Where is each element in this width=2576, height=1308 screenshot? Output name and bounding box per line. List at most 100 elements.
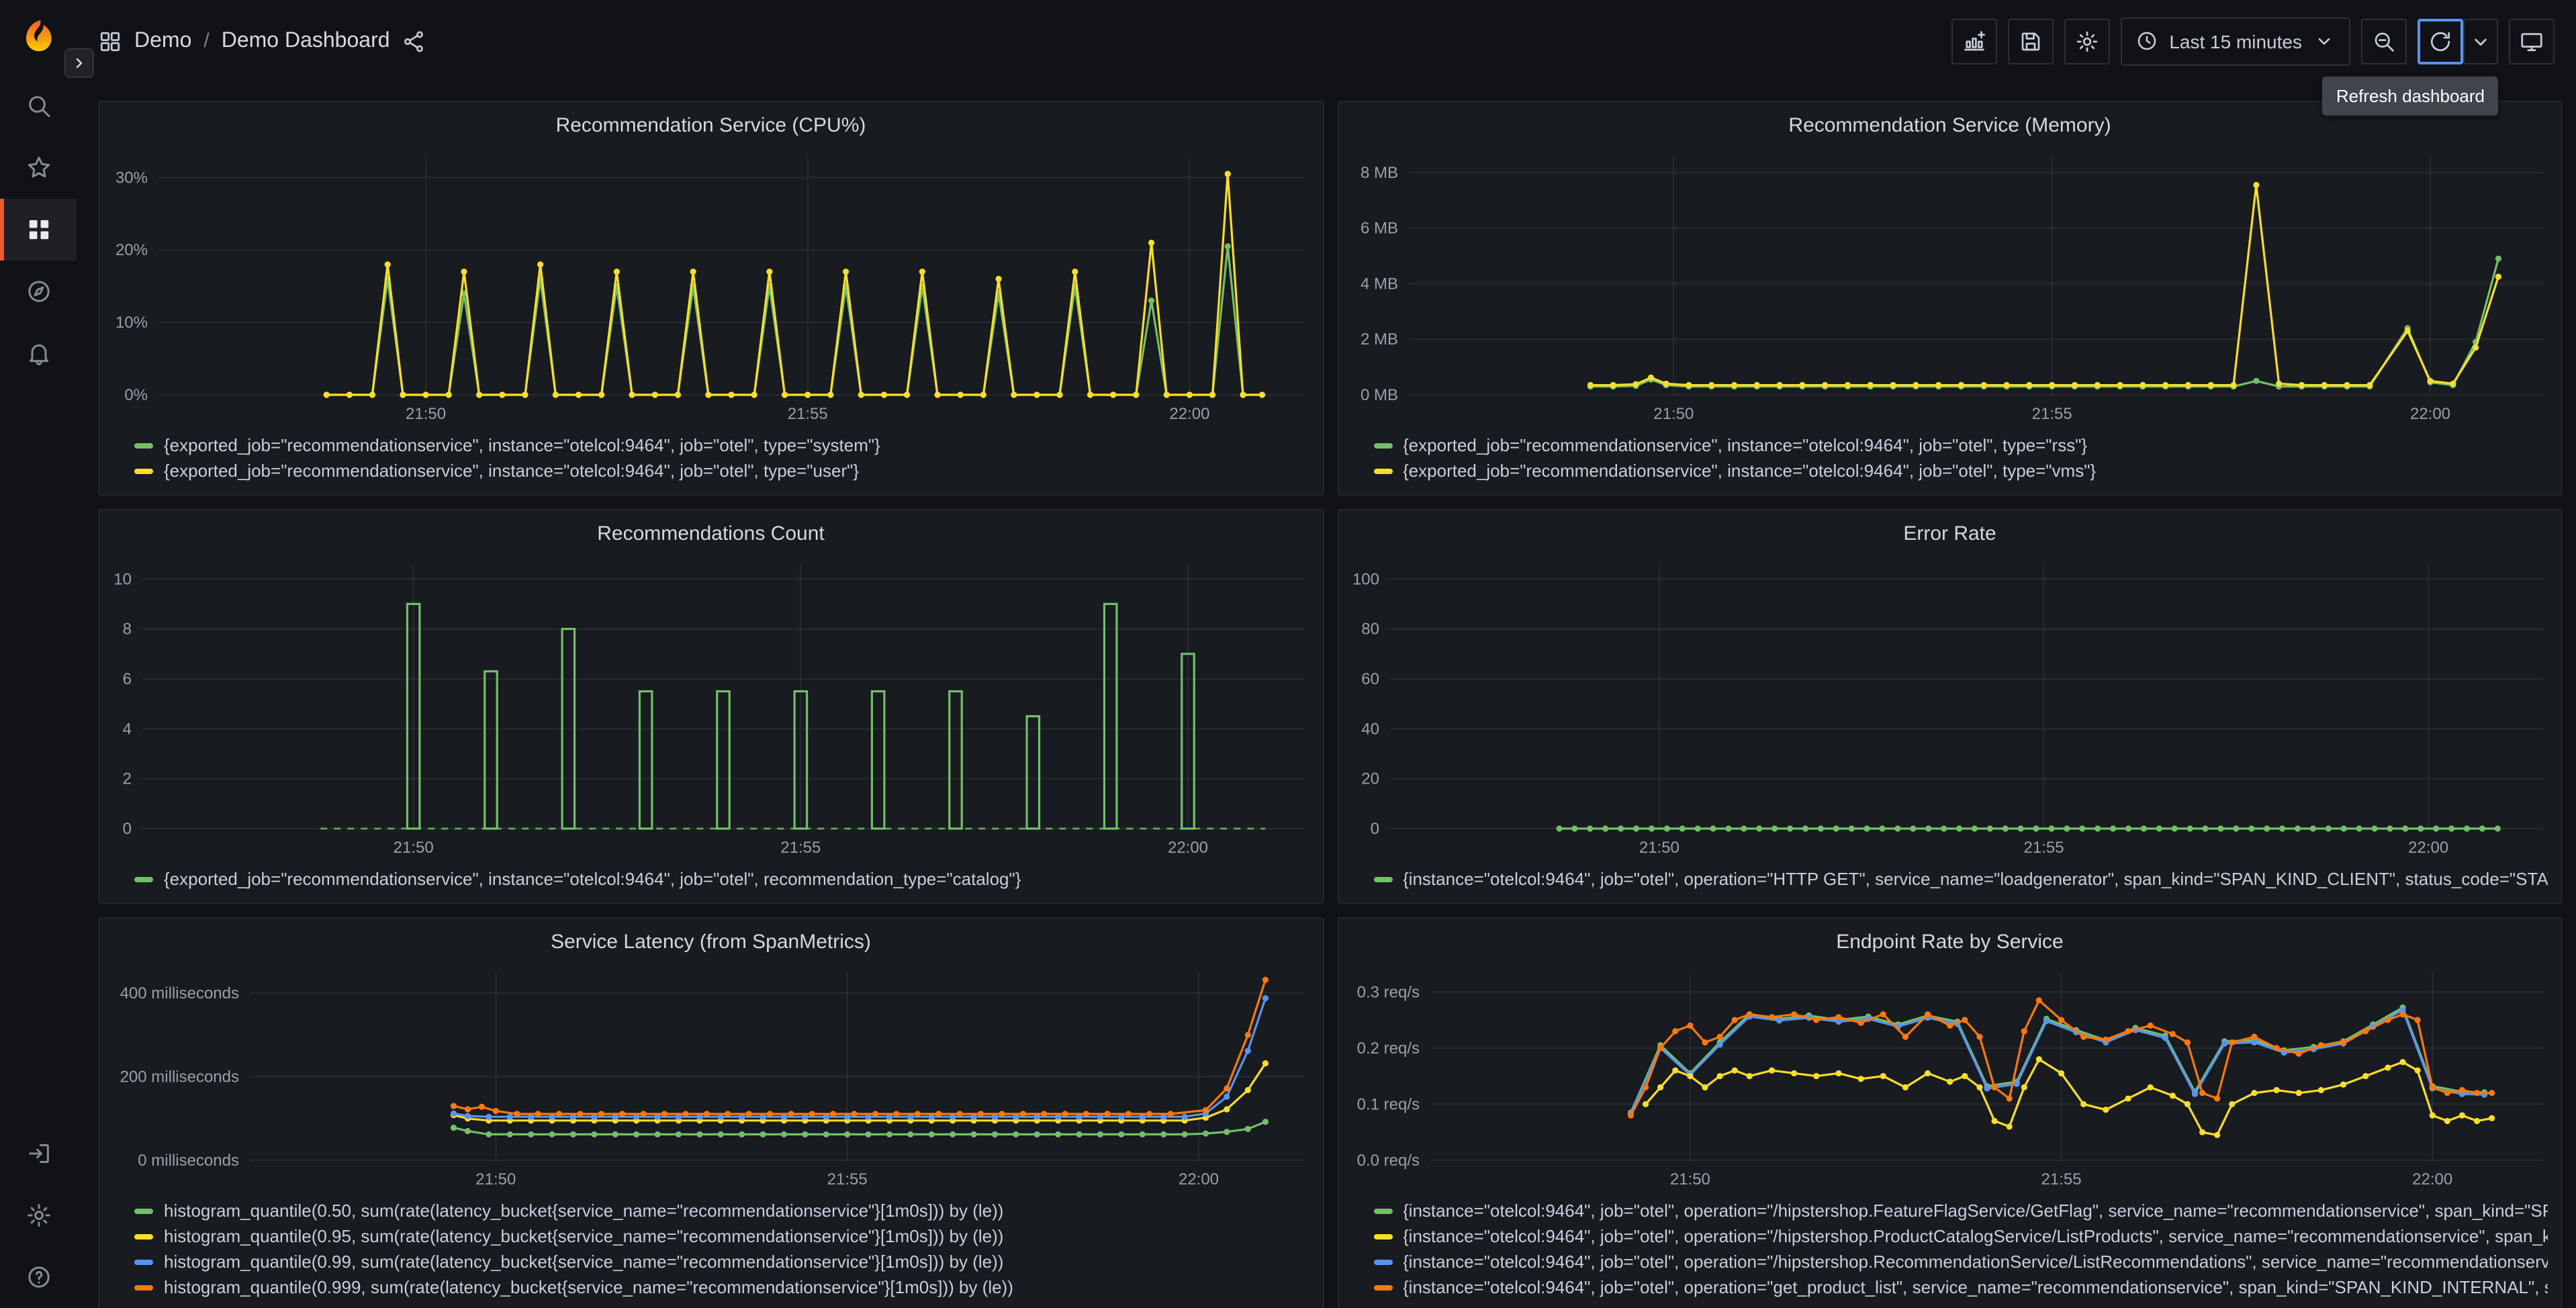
panel-error-rate: Error Rate 0 20 40 60 80 100 21:50 21:55 22:00 {… (1337, 509, 2563, 904)
time-range-picker[interactable]: Last 15 minutes (2121, 17, 2350, 65)
legend-series-label: histogram_quantile(0.95, sum(rate(latenc… (164, 1226, 1004, 1246)
panel-recommendations-count: Recommendations Count 0 2 4 6 8 10 21:50 21:55 2… (98, 509, 1324, 904)
svg-text:6 MB: 6 MB (1360, 220, 1397, 238)
legend-item[interactable]: histogram_quantile(0.95, sum(rate(latenc… (134, 1223, 1309, 1249)
recommendations-count-chart[interactable]: 0 2 4 6 8 10 21:50 21:55 22:00 (99, 553, 1322, 863)
legend-series-marker (1373, 442, 1392, 448)
add-panel-icon (1964, 30, 1986, 50)
error-rate-chart-svg: 0 20 40 60 80 100 21:50 21:55 22:00 (1352, 564, 2543, 857)
error-rate-legend: {instance="otelcol:9464", job="otel", op… (1338, 863, 2561, 902)
panel-title[interactable]: Endpoint Rate by Service (1338, 924, 2561, 962)
svg-text:21:50: 21:50 (1653, 405, 1693, 423)
dashboard-settings-button[interactable] (2064, 18, 2111, 64)
legend-series-marker (1373, 1284, 1392, 1290)
legend-item[interactable]: {exported_job="recommendationservice", i… (1373, 432, 2548, 458)
cpu-chart-svg: 0% 10% 20% 30% 21:50 21:55 22:00 (116, 156, 1304, 423)
svg-text:22:00: 22:00 (1168, 839, 1208, 857)
legend-series-label: {exported_job="recommendationservice", i… (164, 461, 860, 481)
sidebar-item-help[interactable] (0, 1246, 77, 1308)
settings-gear-icon (27, 1204, 50, 1227)
memory-chart-svg: 0 MB 2 MB 4 MB 6 MB 8 MB 21:50 21:55 22:00 (1360, 156, 2543, 423)
legend-series-marker (134, 442, 153, 448)
legend-item[interactable]: {exported_job="recommendationservice", i… (134, 866, 1309, 892)
svg-text:60: 60 (1361, 670, 1379, 688)
legend-item[interactable]: {exported_job="recommendationservice", i… (134, 432, 1309, 458)
legend-series-marker (1373, 1233, 1392, 1239)
search-icon (28, 96, 50, 118)
legend-item[interactable]: {instance="otelcol:9464", job="otel", op… (1373, 1249, 2548, 1274)
legend-item[interactable]: {instance="otelcol:9464", job="otel", op… (1373, 1223, 2548, 1249)
cycle-view-mode-button[interactable] (2509, 18, 2555, 64)
svg-text:22:00: 22:00 (1179, 1170, 1219, 1188)
svg-text:6: 6 (123, 670, 132, 688)
endpoint-rate-legend: {instance="otelcol:9464", job="otel", op… (1338, 1195, 2561, 1308)
legend-series-marker (134, 876, 153, 882)
cpu-chart[interactable]: 0% 10% 20% 30% 21:50 21:55 22:00 (99, 145, 1322, 430)
sidebar-expand-button[interactable] (64, 48, 94, 78)
svg-text:40: 40 (1361, 720, 1379, 738)
panel-title[interactable]: Service Latency (from SpanMetrics) (99, 924, 1322, 962)
memory-chart[interactable]: 0 MB 2 MB 4 MB 6 MB 8 MB 21:50 21:55 22:00 (1338, 145, 2561, 430)
legend-item[interactable]: {instance="otelcol:9464", job="otel", op… (1373, 866, 2548, 892)
legend-item[interactable]: histogram_quantile(0.999, sum(rate(laten… (134, 1274, 1309, 1300)
panel-title[interactable]: Error Rate (1338, 516, 2561, 553)
legend-item[interactable]: {exported_job="recommendationservice", i… (134, 458, 1309, 483)
legend-item[interactable]: histogram_quantile(0.50, sum(rate(latenc… (134, 1198, 1309, 1223)
add-panel-button[interactable] (1951, 18, 1998, 64)
panel-title[interactable]: Recommendations Count (99, 516, 1322, 553)
legend-series-marker (134, 1284, 153, 1290)
svg-text:0%: 0% (124, 386, 148, 404)
legend-item[interactable]: {instance="otelcol:9464", job="otel", op… (1373, 1198, 2548, 1223)
breadcrumb: Demo / Demo Dashboard (98, 29, 426, 53)
sidebar (0, 0, 77, 1308)
alerting-bell-icon (29, 344, 48, 365)
breadcrumb-dashboard[interactable]: Demo Dashboard (222, 29, 390, 53)
grafana-app: Demo / Demo Dashboard Last 15 minutes Re… (0, 0, 2576, 1308)
save-dashboard-icon (2021, 32, 2040, 50)
refresh-dashboard-button[interactable] (2418, 18, 2463, 64)
memory-legend: {exported_job="recommendationservice", i… (1338, 430, 2561, 494)
breadcrumb-folder[interactable]: Demo (134, 29, 191, 53)
error-rate-chart[interactable]: 0 20 40 60 80 100 21:50 21:55 22:00 (1338, 553, 2561, 863)
sign-in-icon (28, 1144, 48, 1163)
sidebar-item-dashboards[interactable] (0, 199, 77, 261)
legend-series-marker (1373, 1259, 1392, 1264)
sidebar-item-starred[interactable] (0, 137, 77, 199)
legend-item[interactable]: {instance="otelcol:9464", job="otel", op… (1373, 1274, 2548, 1300)
share-icon[interactable] (402, 29, 426, 53)
zoom-out-time-button[interactable] (2361, 18, 2407, 64)
legend-series-marker (134, 1233, 153, 1239)
svg-text:4 MB: 4 MB (1360, 275, 1397, 293)
svg-text:0 MB: 0 MB (1360, 386, 1397, 404)
svg-text:200 milliseconds: 200 milliseconds (120, 1068, 239, 1086)
sidebar-item-search[interactable] (0, 75, 77, 137)
refresh-interval-button[interactable] (2463, 18, 2498, 64)
svg-text:0: 0 (1370, 820, 1379, 838)
svg-text:22:00: 22:00 (2407, 839, 2448, 857)
sidebar-item-explore[interactable] (0, 261, 77, 322)
endpoint-rate-chart[interactable]: 0.0 req/s 0.1 req/s 0.2 req/s 0.3 req/s 21:5… (1338, 962, 2561, 1195)
time-caret-icon (2318, 38, 2330, 45)
legend-series-marker (134, 468, 153, 473)
svg-text:0 milliseconds: 0 milliseconds (138, 1152, 239, 1170)
svg-text:21:55: 21:55 (780, 839, 821, 857)
service-latency-chart-svg: 0 milliseconds 200 milliseconds 400 millis… (120, 972, 1304, 1188)
save-dashboard-button[interactable] (2008, 18, 2054, 64)
legend-item[interactable]: histogram_quantile(0.99, sum(rate(latenc… (134, 1249, 1309, 1274)
svg-text:0.1 req/s: 0.1 req/s (1356, 1095, 1419, 1113)
svg-text:30%: 30% (116, 169, 148, 187)
sidebar-item-sign-in[interactable] (0, 1123, 77, 1184)
dashboards-grid-icon (28, 220, 48, 240)
topbar-actions: Last 15 minutes Refresh dashboard (1951, 17, 2555, 115)
legend-series-label: {instance="otelcol:9464", job="otel", op… (1403, 1252, 2548, 1272)
sidebar-item-alerting[interactable] (0, 322, 77, 384)
legend-item[interactable]: {exported_job="recommendationservice", i… (1373, 458, 2548, 483)
legend-series-label: histogram_quantile(0.50, sum(rate(latenc… (164, 1201, 1004, 1221)
panel-title[interactable]: Recommendation Service (CPU%) (99, 107, 1322, 145)
sidebar-item-configuration[interactable] (0, 1184, 77, 1246)
legend-series-label: {instance="otelcol:9464", job="otel", op… (1403, 869, 2548, 889)
legend-series-marker (1373, 468, 1392, 473)
service-latency-chart[interactable]: 0 milliseconds 200 milliseconds 400 millis… (99, 962, 1322, 1195)
panel-endpoint-rate: Endpoint Rate by Service 0.0 req/s 0.1 re… (1337, 917, 2563, 1308)
svg-text:10: 10 (113, 570, 132, 588)
